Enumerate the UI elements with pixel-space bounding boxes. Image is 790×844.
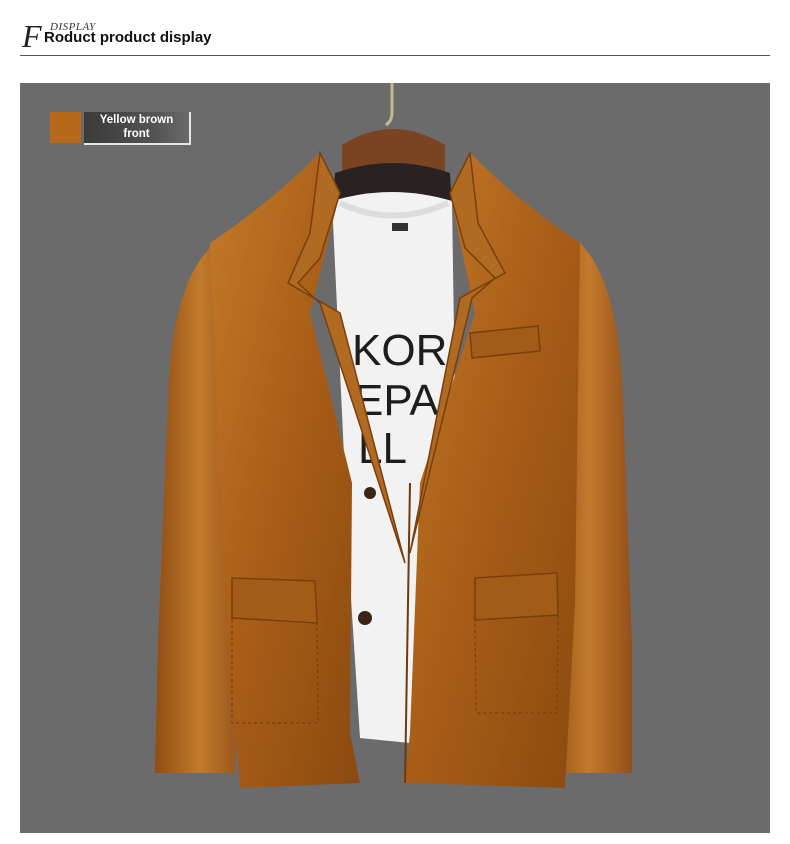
color-label-tag: Yellow brown front [84,112,191,145]
product-photo: KOR EPA LL Yellow brown front [20,83,770,833]
jacket-illustration: KOR EPA LL [155,83,632,788]
header-initial: F [22,18,42,54]
color-name: Yellow brown [99,114,174,126]
shirt-print-line-1: KOR [352,326,447,375]
header-title: Roduct product display [44,29,212,46]
color-swatch [50,112,81,143]
section-header: F DISPLAY Roduct product display [20,14,770,58]
jacket-button-top [364,487,376,499]
header-divider [20,55,770,56]
jacket-button-bottom [358,611,372,625]
view-label: front [123,128,150,140]
